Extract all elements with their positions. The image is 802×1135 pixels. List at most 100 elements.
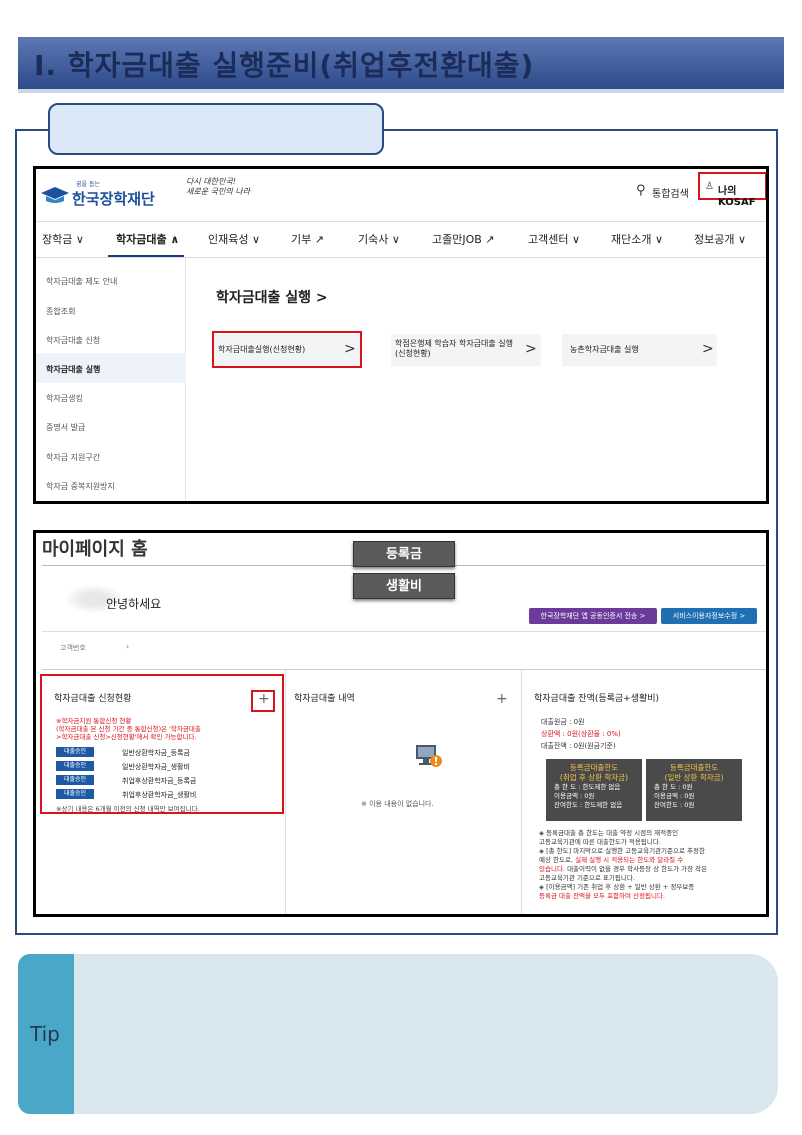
card-rural-loan[interactable]: 농촌학자금대출 실행 > xyxy=(562,334,717,366)
chevron-right-icon[interactable]: › xyxy=(126,642,129,651)
note-2e: 대출이력이 없을 경우 학사등장 상 한도가 가장 작은 xyxy=(567,865,708,873)
tip-label: Tip xyxy=(30,1022,60,1046)
limit-total: 총 한 도 : 0원 xyxy=(654,783,693,791)
search-link[interactable]: 통합검색 xyxy=(652,185,689,200)
card-credit-bank-label: 학점은행제 학습자 학자금대출 실행 (신청현황) xyxy=(395,339,513,359)
account-divider xyxy=(42,631,766,632)
note-2b: 예상 한도로, xyxy=(539,856,574,864)
loan-status-footer: ※상기 내용은 6개월 이전의 신청 내역만 보여집니다. xyxy=(56,805,200,813)
loan-status-note-1: ※학자금지원 통합신청 현황 xyxy=(56,717,132,725)
limit-box-title-2: (일반 상환 학자금) xyxy=(664,773,724,782)
panel-loan-history xyxy=(286,670,522,914)
search-icon[interactable]: ⚲ xyxy=(636,183,646,198)
panel-loan-history-title: 학자금대출 내역 xyxy=(294,694,355,704)
nav-student-loan[interactable]: 학자금대출 ∧ xyxy=(116,231,179,247)
status-badge: 대출승인 xyxy=(56,789,94,799)
nav-dormitory[interactable]: 기숙사 ∨ xyxy=(358,231,400,247)
my-kosaf-link[interactable]: 나의 KOSAF xyxy=(718,182,766,208)
monitor-alert-icon xyxy=(416,745,442,767)
card-rural-loan-label: 농촌학자금대출 실행 xyxy=(570,345,639,354)
note-2: ◈ [총 한도] 마지막으로 실행한 고등교육기관기준으로 추정한 xyxy=(539,847,761,856)
page-title: Ⅰ. 학자금대출 실행준비(취업후전환대출) xyxy=(34,49,535,82)
account-label: 고객번호 xyxy=(60,644,86,652)
limit-box-title: 등록금대출한도 (일반 상환 학자금) xyxy=(646,763,742,783)
status-badge: 대출승인 xyxy=(56,747,94,757)
plus-icon[interactable]: + xyxy=(258,691,270,707)
limit-box-title-2: (취업 후 상환 학자금) xyxy=(559,773,629,782)
loan-row-label[interactable]: 일반상환학자금_등록금 xyxy=(122,748,190,758)
sidebar-item-summary[interactable]: 종합조회 xyxy=(46,306,75,317)
card-credit-bank-line-2: (신청현황) xyxy=(395,349,431,358)
slogan: 다시 대한민국! 새로운 국민의 나라 xyxy=(186,177,250,197)
logo-tagline: 꿈을 돕는 xyxy=(76,181,100,188)
nav-donation[interactable]: 기부 ↗ xyxy=(291,231,324,247)
note-2c: 실제 실행 시 적용되는 한도와 달라질 수 xyxy=(575,856,684,864)
living-expense-button[interactable]: 생활비 xyxy=(353,573,455,599)
greeting: 안녕하세요 xyxy=(106,597,162,611)
nav-disclosure[interactable]: 정보공개 ∨ xyxy=(694,231,746,247)
limit-remaining: 잔여한도 : 한도제한 없음 xyxy=(554,801,623,809)
card-credit-bank-line-1: 학점은행제 학습자 학자금대출 실행 xyxy=(395,339,514,348)
nav-customer-center[interactable]: 고객센터 ∨ xyxy=(528,231,580,247)
note-3: ◈ [이용금액] 기존 취업 후 상환 + 일반 상환 + 정부보증 xyxy=(539,883,695,891)
chevron-right-icon: > xyxy=(702,341,714,357)
card-highlight xyxy=(212,331,362,368)
loan-status-note-3: >학자금대출 신청>신청현황'에서 확인 가능합니다. xyxy=(56,733,197,741)
slogan-line-2: 새로운 국민의 나라 xyxy=(186,187,250,196)
balance-repaid: 상환액 : 0원(상환율 : 0%) xyxy=(541,730,621,738)
loan-row-label[interactable]: 취업후상환학자금_생활비 xyxy=(122,790,196,800)
limit-box-title: 등록금대출한도 (취업 후 상환 학자금) xyxy=(546,763,642,783)
limit-box-title-1: 등록금대출한도 xyxy=(569,763,619,772)
tip-box xyxy=(20,954,778,1114)
note-2d: 있습니다. xyxy=(539,865,565,873)
note-3b: 등록금 대출 잔액을 모두 포함하여 산정됩니다. xyxy=(539,892,666,900)
status-badge: 대출승인 xyxy=(56,775,94,785)
cert-transfer-button[interactable]: 한국장학재단 앱 공동인증서 전송 > xyxy=(529,608,657,624)
note-2-line2: 예상 한도로, 실제 실행 시 적용되는 한도와 달라질 수 xyxy=(539,856,761,865)
limit-notes: ◈ 등록금대출 총 한도는 대출 약정 시점의 재적중인 고등교육기관에 따른 … xyxy=(539,829,761,901)
loan-row-label[interactable]: 일반상환학자금_생활비 xyxy=(122,762,190,772)
frame-tab-cover xyxy=(50,128,382,134)
loan-status-note-2: (학자금대출 본 신청 기간 중 통합신청)은 '학자금대출 xyxy=(56,725,201,733)
nav-scholarship[interactable]: 장학금 ∨ xyxy=(42,231,84,247)
nav-talent[interactable]: 인재육성 ∨ xyxy=(208,231,260,247)
balance-principal: 대출원금 : 0원 xyxy=(541,718,585,726)
mypage-title: 마이페이지 홈 xyxy=(42,539,148,560)
nav-job[interactable]: 고졸만JOB ↗ xyxy=(432,231,495,247)
limit-box-after-employment: 등록금대출한도 (취업 후 상환 학자금) 총 한 도 : 한도제한 없음 이용… xyxy=(546,759,642,821)
slogan-line-1: 다시 대한민국! xyxy=(186,177,236,186)
limit-box-general: 등록금대출한도 (일반 상환 학자금) 총 한 도 : 0원 이용금액 : 0원… xyxy=(646,759,742,821)
loan-status-note: ※학자금지원 통합신청 현황 (학자금대출 본 신청 기간 중 통합신청)은 '… xyxy=(56,717,201,741)
note-1: ◈ 등록금대출 총 한도는 대출 약정 시점의 재적중인 xyxy=(539,829,679,837)
limit-remaining: 잔여한도 : 0원 xyxy=(654,801,695,809)
plus-icon[interactable]: + xyxy=(496,691,508,707)
limit-total: 총 한 도 : 한도제한 없음 xyxy=(554,783,621,791)
content-title: 학자금대출 실행 > xyxy=(216,290,328,306)
nav-about[interactable]: 재단소개 ∨ xyxy=(611,231,663,247)
card-credit-bank-loan[interactable]: 학점은행제 학습자 학자금대출 실행 (신청현황) > xyxy=(391,334,541,366)
sidebar-item-loan-execute[interactable]: 학자금대출 실행 xyxy=(46,364,100,375)
sidebar-item-loan-guide[interactable]: 학자금대출 제도 안내 xyxy=(46,276,117,287)
sidebar-item-support-tier[interactable]: 학자금 지원구간 xyxy=(46,452,100,463)
limit-used: 이용금액 : 0원 xyxy=(554,792,595,800)
note-2f: 고등교육기관 기준으로 표기됩니다. xyxy=(539,874,635,882)
loan-row-label[interactable]: 취업후상환학자금_등록금 xyxy=(122,776,196,786)
site-logo[interactable]: 꿈을 돕는 한국장학재단 xyxy=(40,179,180,209)
chevron-right-icon: > xyxy=(525,341,537,357)
sidebar-item-certificate[interactable]: 증명서 발급 xyxy=(46,422,85,433)
note-1b: 고등교육기관에 따른 대출한도가 적용됩니다. xyxy=(539,838,661,846)
service-info-button[interactable]: 서비스이용자정보수정 > xyxy=(661,608,757,624)
balance-remaining: 대출잔액 : 0원(원금기준) xyxy=(541,742,616,750)
mypage-screenshot: 마이페이지 홈 등록금 생활비 안녕하세요 한국장학재단 앱 공동인증서 전송 … xyxy=(33,530,769,917)
graduation-cap-icon xyxy=(41,187,69,203)
tuition-button[interactable]: 등록금 xyxy=(353,541,455,567)
user-icon: ♙ xyxy=(705,181,714,192)
sidebar-item-loan-ranking[interactable]: 학자금생킹 xyxy=(46,393,83,404)
logo-name: 한국장학재단 xyxy=(72,190,155,208)
note-2a: ◈ [총 한도] 마지막으로 실행한 고등교육기관기준으로 추정한 xyxy=(539,847,705,855)
note-2-line3: 있습니다. 대출이력이 없을 경우 학사등장 상 한도가 가장 작은 xyxy=(539,865,761,874)
sidebar-item-duplicate-prevent[interactable]: 학자금 중복지원방지 xyxy=(46,481,115,492)
limit-used: 이용금액 : 0원 xyxy=(654,792,695,800)
sidebar-item-loan-apply[interactable]: 학자금대출 신청 xyxy=(46,335,100,346)
no-history-message: ※ 이용 내용이 없습니다. xyxy=(361,800,434,808)
